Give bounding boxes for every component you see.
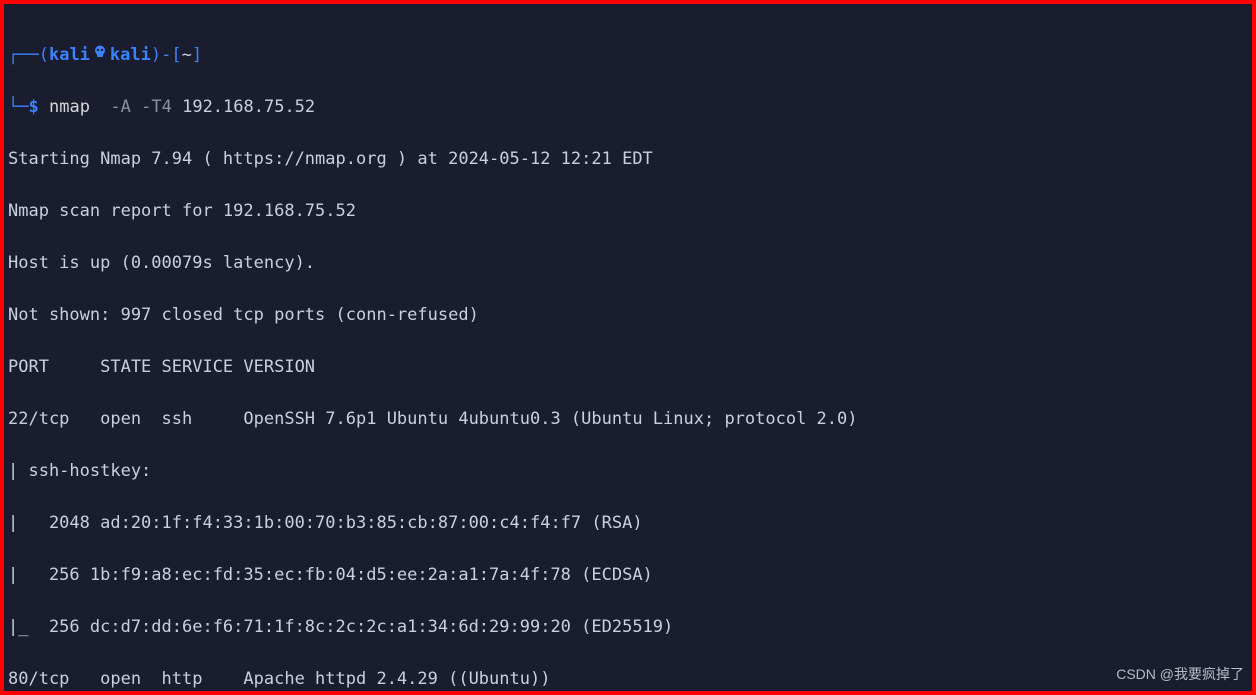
output-line: Starting Nmap 7.94 ( https://nmap.org ) … <box>8 146 1248 172</box>
output-line: | ssh-hostkey: <box>8 458 1248 484</box>
box-corner-bottom-icon: └─ <box>8 97 28 117</box>
output-line: PORT STATE SERVICE VERSION <box>8 354 1248 380</box>
output-line: Host is up (0.00079s latency). <box>8 250 1248 276</box>
prompt-dollar: $ <box>28 97 38 117</box>
close-paren: ) <box>151 45 161 65</box>
output-line: 80/tcp open http Apache httpd 2.4.29 ((U… <box>8 666 1248 692</box>
command-line[interactable]: └─$ nmap -A -T4 192.168.75.52 <box>8 94 1248 120</box>
output-line: 22/tcp open ssh OpenSSH 7.6p1 Ubuntu 4ub… <box>8 406 1248 432</box>
output-line: Not shown: 997 closed tcp ports (conn-re… <box>8 302 1248 328</box>
output-line: |_ 256 dc:d7:dd:6e:f6:71:1f:8c:2c:2c:a1:… <box>8 614 1248 640</box>
box-corner-top-icon: ┌── <box>8 45 39 65</box>
watermark-text: CSDN @我要疯掉了 <box>1116 661 1244 687</box>
terminal-window[interactable]: ┌──(kalikali)-[~] └─$ nmap -A -T4 192.16… <box>4 4 1252 695</box>
prompt-line-1: ┌──(kalikali)-[~] <box>8 42 1248 68</box>
prompt-path: ~ <box>182 45 192 65</box>
dash-sep: - <box>161 45 171 65</box>
skull-icon <box>92 42 108 68</box>
open-brack: [ <box>171 45 181 65</box>
command-target: 192.168.75.52 <box>182 97 315 117</box>
output-line: Nmap scan report for 192.168.75.52 <box>8 198 1248 224</box>
open-paren: ( <box>39 45 49 65</box>
prompt-host: kali <box>110 45 151 65</box>
output-line: | 256 1b:f9:a8:ec:fd:35:ec:fb:04:d5:ee:2… <box>8 562 1248 588</box>
close-brack: ] <box>192 45 202 65</box>
command-flags: -A -T4 <box>110 97 171 117</box>
command-name: nmap <box>49 97 90 117</box>
output-line: | 2048 ad:20:1f:f4:33:1b:00:70:b3:85:cb:… <box>8 510 1248 536</box>
prompt-user: kali <box>49 45 90 65</box>
